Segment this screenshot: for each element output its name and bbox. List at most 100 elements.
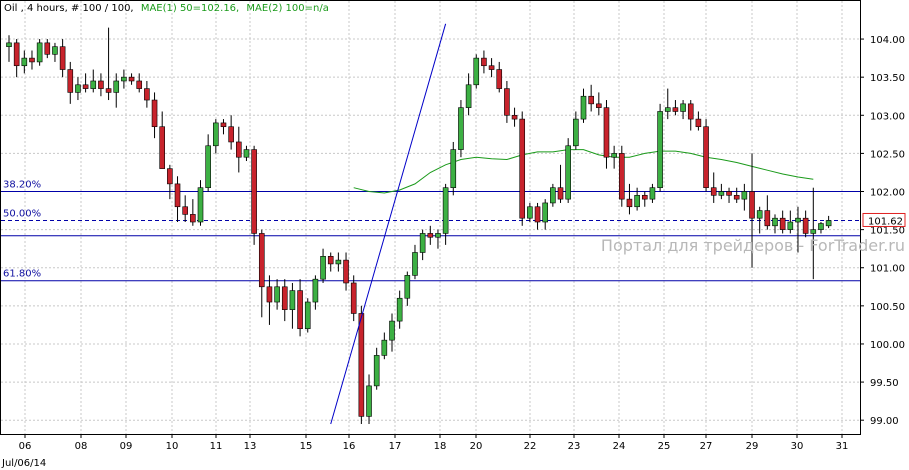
bull-candle bbox=[527, 206, 533, 219]
bull-candle bbox=[36, 42, 43, 63]
bull-candle bbox=[795, 217, 801, 223]
time-axis[interactable]: 06 08 09 10 11 13 15 16 17 18 20 22 23 24 25 27 29 30 31 bbox=[19, 434, 849, 452]
time-tick-label: 29 bbox=[746, 441, 759, 452]
bull-candle bbox=[243, 149, 250, 158]
bear-candle bbox=[695, 118, 702, 128]
bear-candle bbox=[618, 153, 625, 200]
bear-candle bbox=[710, 187, 717, 196]
bull-candle bbox=[649, 187, 656, 200]
bull-candle bbox=[389, 320, 395, 341]
bear-candle bbox=[764, 210, 771, 227]
bear-candle bbox=[105, 88, 112, 93]
bull-candle bbox=[435, 233, 441, 238]
bull-candle bbox=[396, 297, 403, 322]
price-tick-label: 104.00 bbox=[870, 35, 905, 46]
bull-candle bbox=[213, 122, 219, 147]
bear-candle bbox=[488, 65, 495, 70]
fib-level-label: 38.20% bbox=[3, 180, 41, 191]
bear-candle bbox=[82, 84, 89, 89]
bull-candle bbox=[580, 95, 587, 120]
time-tick-label: 27 bbox=[700, 441, 713, 452]
time-tick-label: 16 bbox=[343, 441, 356, 452]
bull-candle bbox=[657, 111, 663, 188]
price-tick-label: 100.00 bbox=[870, 340, 905, 351]
header-indicator-1: MAE(1) 50=102.16, bbox=[141, 3, 239, 14]
bull-candle bbox=[450, 149, 457, 188]
time-tick-label: 13 bbox=[244, 441, 257, 452]
plot-frame bbox=[0, 0, 861, 435]
bull-candle bbox=[404, 275, 411, 299]
fib-level-label: 61.80% bbox=[3, 269, 41, 280]
bear-candle bbox=[327, 256, 334, 265]
price-tick-label: 102.50 bbox=[870, 149, 905, 160]
bear-candle bbox=[481, 57, 487, 67]
bear-candle bbox=[626, 198, 633, 208]
bear-candle bbox=[603, 107, 610, 158]
bear-candle bbox=[258, 233, 265, 288]
price-tick-label: 99.00 bbox=[870, 416, 899, 427]
bear-candle bbox=[167, 168, 173, 185]
bear-candle bbox=[726, 191, 732, 196]
time-tick-label: 18 bbox=[434, 441, 447, 452]
price-axis[interactable]: 104.00103.50103.00102.50102.00101.50101.… bbox=[860, 35, 905, 427]
bear-candle bbox=[641, 195, 648, 200]
time-tick-label: 25 bbox=[658, 441, 671, 452]
bear-candle bbox=[557, 187, 564, 200]
time-tick-label: 22 bbox=[524, 441, 537, 452]
bull-candle bbox=[442, 187, 449, 234]
bear-candle bbox=[779, 217, 786, 230]
bear-candle bbox=[427, 233, 434, 238]
bull-candle bbox=[373, 355, 380, 387]
bull-candle bbox=[473, 57, 480, 86]
bull-candle bbox=[412, 252, 418, 276]
bull-candle bbox=[634, 195, 640, 208]
bear-candle bbox=[236, 141, 242, 158]
bull-candle bbox=[197, 187, 204, 223]
bear-candle bbox=[358, 313, 365, 417]
bear-candle bbox=[67, 69, 74, 93]
time-tick-label: 17 bbox=[389, 441, 402, 452]
bull-candle bbox=[304, 301, 311, 330]
bear-candle bbox=[350, 282, 357, 314]
bear-candle bbox=[703, 126, 709, 188]
fib-level-label: 50.00% bbox=[3, 208, 41, 219]
time-tick-label: 11 bbox=[210, 441, 223, 452]
bull-candle bbox=[680, 103, 686, 112]
bull-candle bbox=[21, 57, 28, 67]
bear-candle bbox=[343, 259, 349, 284]
bear-candle bbox=[220, 122, 227, 128]
header-indicator-2: MAE(2) 100=n/a bbox=[246, 3, 328, 14]
bull-candle bbox=[312, 278, 319, 303]
time-tick-label: 20 bbox=[470, 441, 483, 452]
bear-candle bbox=[251, 149, 257, 234]
price-tick-label: 103.00 bbox=[870, 111, 905, 122]
bear-candle bbox=[281, 286, 288, 310]
bear-candle bbox=[519, 118, 526, 219]
bull-candle bbox=[335, 259, 342, 265]
bear-candle bbox=[44, 42, 51, 55]
time-tick-label: 30 bbox=[791, 441, 804, 452]
bear-candle bbox=[182, 206, 188, 215]
time-tick-label: 08 bbox=[75, 441, 88, 452]
bear-candle bbox=[29, 57, 35, 63]
bear-candle bbox=[496, 69, 503, 89]
bull-candle bbox=[741, 191, 748, 200]
current-price-label: 101.62 bbox=[868, 216, 903, 227]
bull-candle bbox=[465, 84, 472, 108]
bull-candle bbox=[121, 76, 127, 82]
bull-candle bbox=[818, 223, 824, 230]
date-start-label: Jul/06/14 bbox=[1, 458, 46, 469]
bear-candle bbox=[59, 46, 66, 70]
bear-candle bbox=[588, 95, 594, 105]
bear-candle bbox=[136, 80, 143, 89]
bull-candle bbox=[458, 107, 464, 150]
bear-candle bbox=[687, 103, 694, 120]
candlestick-chart[interactable]: 38.20% 50.00% 61.80% Oil , 4 hours, # 100 … bbox=[0, 0, 909, 470]
bull-candle bbox=[366, 385, 372, 417]
time-tick-label: 06 bbox=[19, 441, 32, 452]
bear-candle bbox=[266, 286, 273, 303]
bear-candle bbox=[534, 206, 541, 223]
header-symbol-info: Oil , 4 hours, # 100 / 100, MAE(1) 50=10… bbox=[4, 3, 329, 14]
bear-candle bbox=[174, 183, 181, 208]
bull-candle bbox=[320, 256, 326, 280]
